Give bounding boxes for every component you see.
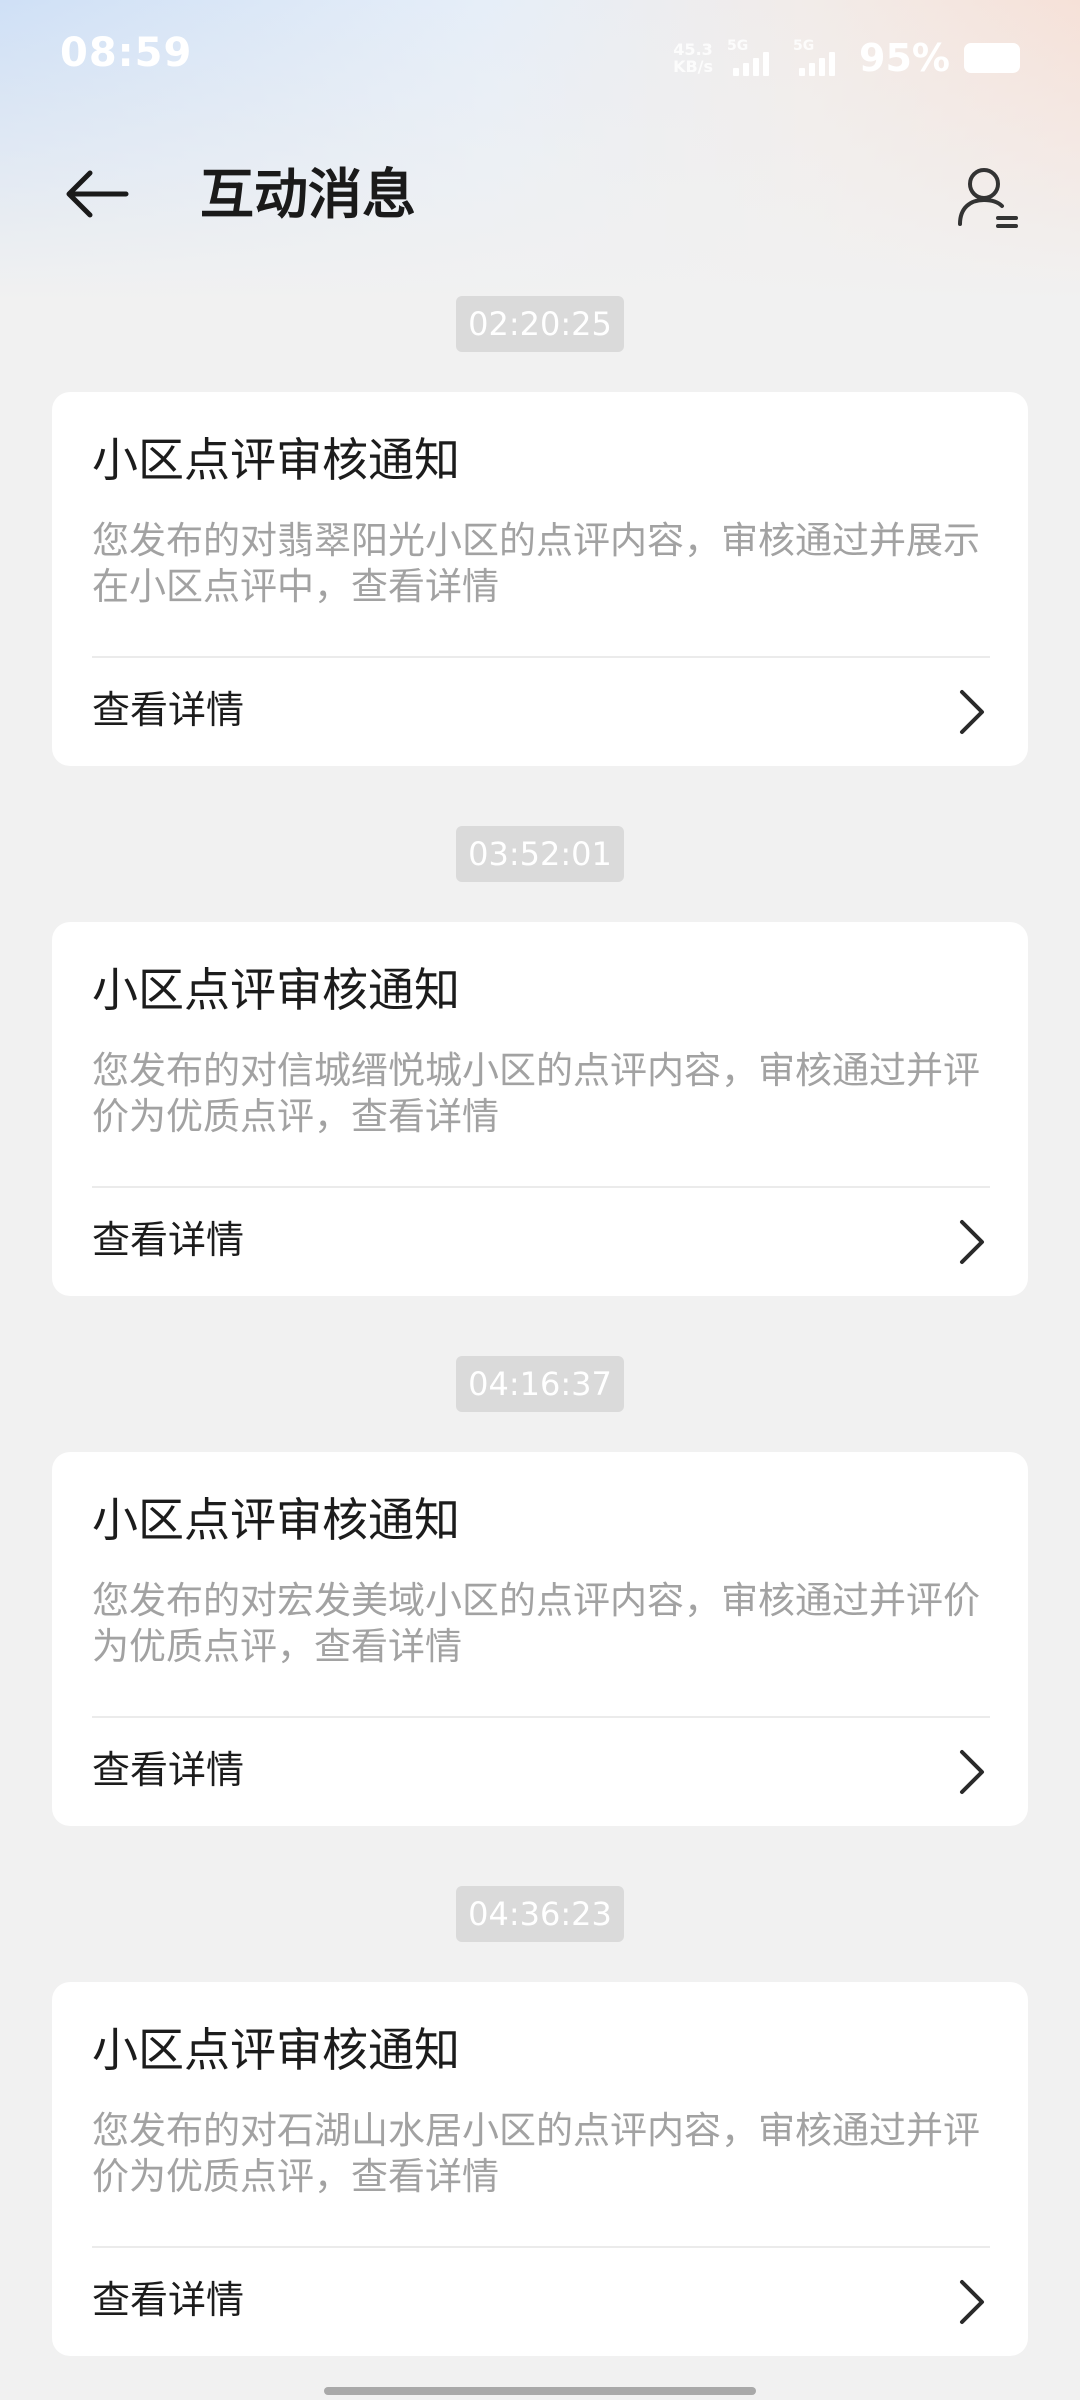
battery-icon [964,43,1020,73]
message-group: 03:52:01 小区点评审核通知 您发布的对信城缙悦城小区的点评内容，审核通过… [52,826,1028,1356]
page-title: 互动消息 [200,163,416,226]
message-timestamp: 04:36:23 [456,1886,624,1942]
message-timestamp: 02:20:25 [456,296,624,352]
home-indicator[interactable] [324,2387,756,2395]
view-details-link[interactable]: 查看详情 [52,2248,1028,2356]
message-card[interactable]: 小区点评审核通知 您发布的对石湖山水居小区的点评内容，审核通过并评价为优质点评，… [52,1982,1028,2356]
chevron-right-icon [960,1750,984,1794]
message-body: 您发布的对信城缙悦城小区的点评内容，审核通过并评价为优质点评，查看详情 [92,1049,980,1138]
message-card[interactable]: 小区点评审核通知 您发布的对信城缙悦城小区的点评内容，审核通过并评价为优质点评，… [52,922,1028,1296]
status-indicators: 45.3 KB/s 5G 5G 95% [673,30,1020,86]
chevron-right-icon [960,690,984,734]
chevron-right-icon [960,1220,984,1264]
message-card[interactable]: 小区点评审核通知 您发布的对翡翠阳光小区的点评内容，审核通过并展示在小区点评中，… [52,392,1028,766]
back-button[interactable] [56,162,136,226]
chevron-right-icon [960,2280,984,2324]
view-details-label: 查看详情 [92,688,245,732]
message-timestamp: 03:52:01 [456,826,624,882]
user-list-icon [958,168,1018,228]
title-bar: 互动消息 [0,140,1080,250]
status-bar: 08:59 45.3 KB/s 5G 5G 95% [0,0,1080,116]
message-title: 小区点评审核通知 [92,1493,460,1547]
view-details-link[interactable]: 查看详情 [52,1188,1028,1296]
message-list: 02:20:25 小区点评审核通知 您发布的对翡翠阳光小区的点评内容，审核通过并… [52,296,1028,2400]
message-card[interactable]: 小区点评审核通知 您发布的对宏发美域小区的点评内容，审核通过并评价为优质点评，查… [52,1452,1028,1826]
message-group: 04:36:23 小区点评审核通知 您发布的对石湖山水居小区的点评内容，审核通过… [52,1886,1028,2400]
arrow-left-icon [66,170,129,218]
view-details-link[interactable]: 查看详情 [52,658,1028,766]
view-details-link[interactable]: 查看详情 [52,1718,1028,1826]
message-title: 小区点评审核通知 [92,433,460,487]
sim1-signal-icon: 5G [727,38,779,78]
message-body: 您发布的对石湖山水居小区的点评内容，审核通过并评价为优质点评，查看详情 [92,2109,980,2198]
network-speed-unit: KB/s [673,57,714,76]
profile-button[interactable] [948,158,1028,238]
battery-percent: 95% [859,36,950,80]
message-body: 您发布的对宏发美域小区的点评内容，审核通过并评价为优质点评，查看详情 [92,1579,980,1668]
message-title: 小区点评审核通知 [92,2023,460,2077]
message-body: 您发布的对翡翠阳光小区的点评内容，审核通过并展示在小区点评中，查看详情 [92,519,980,608]
network-speed-value: 45.3 [673,40,713,59]
message-group: 02:20:25 小区点评审核通知 您发布的对翡翠阳光小区的点评内容，审核通过并… [52,296,1028,826]
view-details-label: 查看详情 [92,1218,245,1262]
view-details-label: 查看详情 [92,2278,245,2322]
view-details-label: 查看详情 [92,1748,245,1792]
interaction-messages-screen: 08:59 45.3 KB/s 5G 5G 95% 互动消息 02:20:25 … [0,0,1080,2400]
message-timestamp: 04:16:37 [456,1356,624,1412]
sim2-signal-icon: 5G [793,38,845,78]
message-group: 04:16:37 小区点评审核通知 您发布的对宏发美域小区的点评内容，审核通过并… [52,1356,1028,1886]
status-time: 08:59 [60,30,193,76]
message-title: 小区点评审核通知 [92,963,460,1017]
network-speed: 45.3 KB/s [673,41,713,75]
